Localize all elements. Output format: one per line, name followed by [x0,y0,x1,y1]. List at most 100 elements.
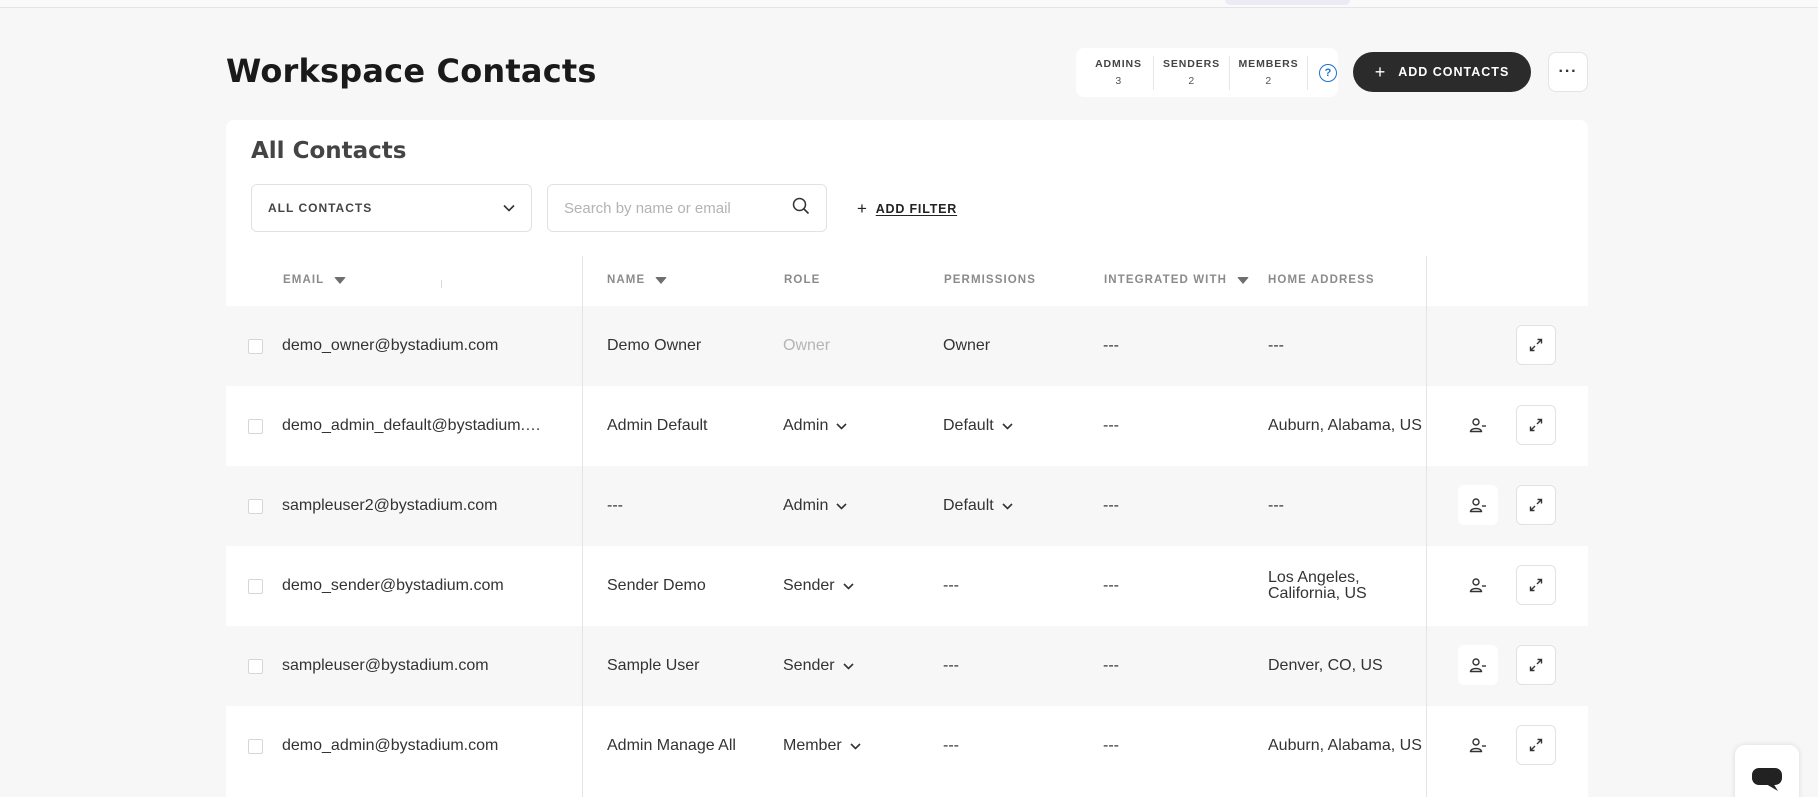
stat-count: 2 [1188,75,1195,87]
more-options-button[interactable]: ··· [1548,52,1588,92]
contacts-filter-select[interactable]: ALL CONTACTS [251,184,532,232]
role-dropdown[interactable]: Sender [783,546,854,626]
user-remove-icon [1469,418,1486,433]
home-address-cell: Los Angeles, California, US [1268,546,1367,626]
home-address-cell: Auburn, Alabama, US [1268,737,1422,754]
integrated-with-cell: --- [1103,737,1119,754]
name-cell: Admin Default [607,417,708,434]
top-bar-indicator [1225,0,1350,5]
table-row[interactable]: sampleuser@bystadium.com Sample User Sen… [226,626,1588,706]
column-header-home-address[interactable]: HOME ADDRESS [1268,274,1375,286]
row-checkbox[interactable] [248,659,263,674]
chevron-down-icon [836,502,847,510]
expand-button[interactable] [1516,645,1556,685]
address-line: California, US [1268,585,1367,602]
chevron-down-icon [843,582,854,590]
integrated-with-cell: --- [1103,657,1119,674]
column-header-name[interactable]: NAME [607,274,668,286]
permissions-cell: --- [943,737,959,754]
stat-label: MEMBERS [1238,58,1299,70]
role-dropdown[interactable]: Sender [783,626,854,706]
email-cell: sampleuser@bystadium.com [282,657,489,674]
expand-button[interactable] [1516,565,1556,605]
stat-count: 2 [1265,75,1272,87]
stat-senders: SENDERS 2 [1154,55,1230,90]
add-filter-label: ADD FILTER [875,201,958,216]
column-label: EMAIL [283,274,325,286]
stat-label: ADMINS [1095,58,1142,70]
expand-button[interactable] [1516,405,1556,445]
remove-user-button[interactable] [1458,485,1498,525]
table-row[interactable]: demo_admin@bystadium.com Admin Manage Al… [226,706,1588,786]
expand-button[interactable] [1516,325,1556,365]
remove-user-button[interactable] [1458,405,1498,445]
table-row[interactable]: sampleuser2@bystadium.com --- Admin Defa… [226,466,1588,546]
row-checkbox[interactable] [248,499,263,514]
row-checkbox[interactable] [248,419,263,434]
role-value: Sender [783,657,835,674]
search-input[interactable] [564,199,792,217]
column-resize-handle[interactable] [441,280,442,288]
expand-icon [1529,418,1543,432]
row-checkbox[interactable] [248,579,263,594]
role-dropdown[interactable]: Admin [783,386,847,466]
permissions-value: Default [943,417,994,434]
home-address-cell: --- [1268,337,1284,354]
row-checkbox[interactable] [248,739,263,754]
expand-icon [1529,578,1543,592]
role-dropdown[interactable]: Admin [783,466,847,546]
home-address-cell: Auburn, Alabama, US [1268,417,1422,434]
add-filter-link[interactable]: + ADD FILTER [857,200,957,217]
page-title: Workspace Contacts [226,52,597,90]
search-icon[interactable] [792,197,810,220]
row-checkbox[interactable] [248,339,263,354]
table-row[interactable]: demo_admin_default@bystadium.… Admin Def… [226,386,1588,466]
remove-user-button[interactable] [1458,725,1498,765]
help-icon[interactable]: ? [1319,63,1337,82]
permissions-cell: --- [943,577,959,594]
user-remove-icon [1469,578,1486,593]
search-field [547,184,827,232]
column-header-email[interactable]: EMAIL [283,274,347,286]
user-remove-icon [1469,498,1486,513]
remove-user-button[interactable] [1458,645,1498,685]
integrated-with-cell: --- [1103,337,1119,354]
user-remove-icon [1469,738,1486,753]
email-cell: sampleuser2@bystadium.com [282,497,498,514]
chat-button[interactable] [1735,745,1799,797]
table-row[interactable]: demo_owner@bystadium.com Demo Owner Owne… [226,306,1588,386]
chevron-down-icon [850,742,861,750]
table-row[interactable]: demo_sender@bystadium.com Sender Demo Se… [226,546,1588,626]
chevron-down-icon [1002,422,1013,430]
chevron-down-icon [503,201,515,215]
permissions-dropdown[interactable]: Default [943,386,1013,466]
stat-members: MEMBERS 2 [1230,55,1308,90]
name-cell: Sender Demo [607,577,706,594]
role-value: Admin [783,497,829,514]
email-cell: demo_admin@bystadium.com [282,737,499,754]
plus-icon: + [857,199,868,218]
column-label: HOME ADDRESS [1268,274,1375,286]
add-contacts-label: ADD CONTACTS [1398,65,1510,79]
section-title: All Contacts [251,138,407,164]
expand-button[interactable] [1516,725,1556,765]
name-cell: Admin Manage All [607,737,736,754]
sort-caret-icon [655,276,668,284]
column-header-role[interactable]: ROLE [784,274,820,286]
role-value: Member [783,737,842,754]
role-value: Admin [783,417,829,434]
stat-count: 3 [1115,75,1122,87]
user-remove-icon [1469,658,1486,673]
expand-icon [1529,338,1543,352]
remove-user-button[interactable] [1458,565,1498,605]
column-header-permissions[interactable]: PERMISSIONS [944,274,1036,286]
column-header-integrated-with[interactable]: INTEGRATED WITH [1104,274,1249,286]
home-address-cell: Denver, CO, US [1268,657,1383,674]
add-contacts-button[interactable]: + ADD CONTACTS [1353,52,1531,92]
role-dropdown[interactable]: Member [783,706,861,786]
expand-button[interactable] [1516,485,1556,525]
expand-icon [1529,658,1543,672]
stat-label: SENDERS [1162,58,1221,70]
permissions-dropdown[interactable]: Default [943,466,1013,546]
expand-icon [1529,498,1543,512]
